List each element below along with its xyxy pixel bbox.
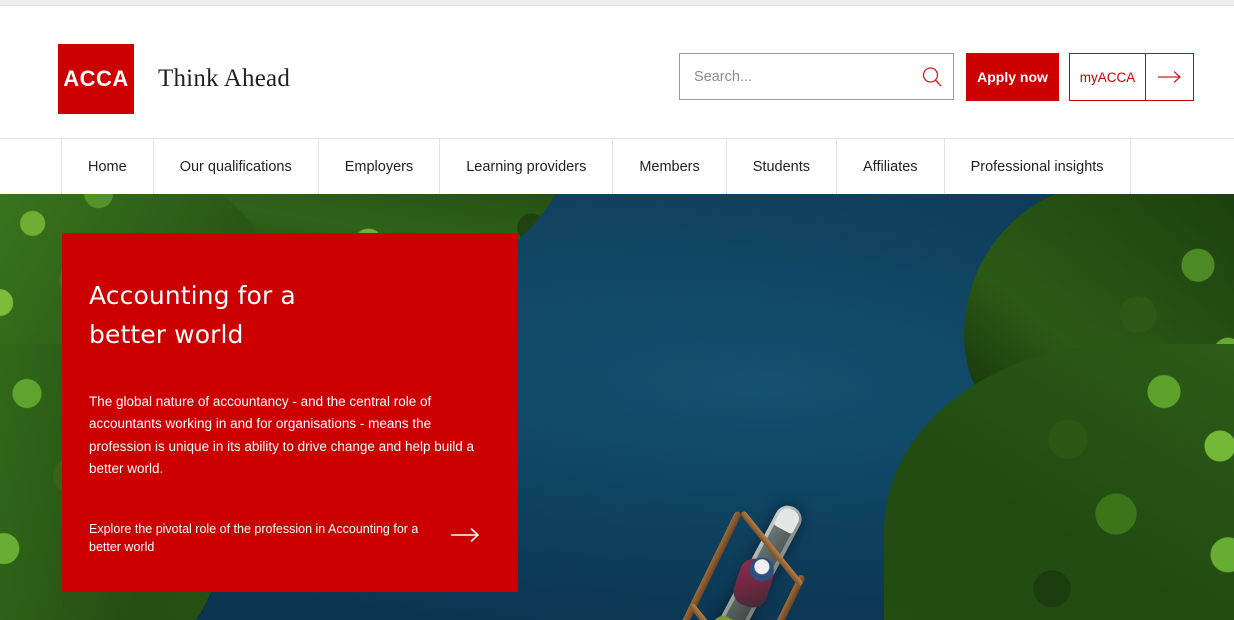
- brand-tagline: Think Ahead: [158, 65, 291, 92]
- apply-now-button[interactable]: Apply now: [966, 53, 1059, 101]
- myacca-button[interactable]: myACCA: [1069, 53, 1194, 101]
- hero-title-line-1: Accounting for a: [89, 281, 296, 310]
- myacca-label: myACCA: [1079, 69, 1136, 85]
- search-icon[interactable]: [911, 54, 953, 99]
- masthead: ACCA Think Ahead Apply now myACCA: [0, 7, 1234, 133]
- nav-item-learning-providers[interactable]: Learning providers: [440, 139, 614, 194]
- hero-title: Accounting for a better world: [89, 277, 478, 355]
- hero-title-line-2: better world: [89, 319, 244, 349]
- nav-item-professional-insights[interactable]: Professional insights: [945, 139, 1131, 194]
- hero-cta-link[interactable]: Explore the pivotal role of the professi…: [89, 520, 481, 556]
- nav-item-affiliates[interactable]: Affiliates: [837, 139, 945, 194]
- hero-cta-label: Explore the pivotal role of the professi…: [89, 521, 419, 554]
- brand-logo[interactable]: ACCA Think Ahead: [58, 44, 290, 114]
- acca-logo-text: ACCA: [63, 66, 129, 91]
- nav-item-home[interactable]: Home: [61, 139, 154, 194]
- hero-text-panel: Accounting for a better world The global…: [62, 233, 518, 592]
- main-navigation: Home Our qualifications Employers Learni…: [0, 138, 1234, 194]
- acca-logo-mark: ACCA: [58, 44, 134, 114]
- search-box[interactable]: [679, 53, 954, 100]
- arrow-right-icon[interactable]: [1145, 54, 1193, 100]
- hero-body-text: The global nature of accountancy - and t…: [89, 393, 474, 477]
- nav-item-employers[interactable]: Employers: [319, 139, 441, 194]
- top-strip: [0, 0, 1234, 6]
- nav-item-members[interactable]: Members: [613, 139, 727, 194]
- search-input[interactable]: [680, 54, 911, 99]
- arrow-right-icon[interactable]: [451, 527, 481, 548]
- nav-item-students[interactable]: Students: [727, 139, 838, 194]
- nav-item-our-qualifications[interactable]: Our qualifications: [154, 139, 319, 194]
- hero-banner: Accounting for a better world The global…: [0, 194, 1234, 620]
